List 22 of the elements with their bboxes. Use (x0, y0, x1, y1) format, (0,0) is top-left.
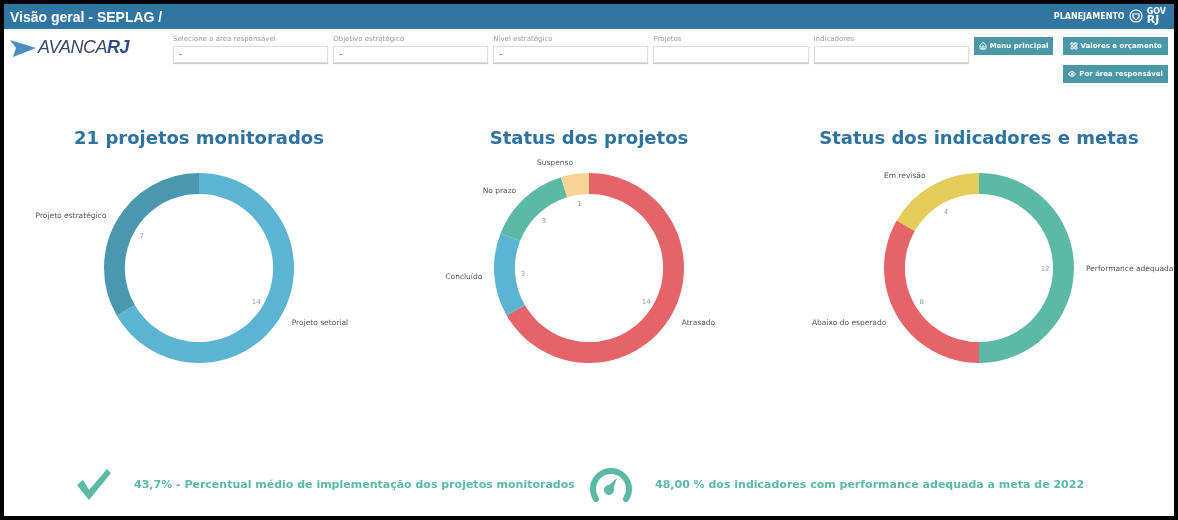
brand-text: RJ (1146, 15, 1160, 26)
filter-dropdown[interactable] (813, 46, 969, 63)
brand-text: GOV (1146, 7, 1166, 16)
filter-dropdown[interactable]: - (173, 46, 329, 63)
chart-title: Status dos indicadores e metas (819, 127, 1139, 148)
summary-text: 43,7% - Percentual médio de implementação dos projetos monitorados (134, 477, 575, 491)
eye-icon (1068, 70, 1077, 78)
page-title: Visão geral - SEPLAG / (10, 8, 163, 25)
check-icon (74, 467, 112, 501)
grid-icon (1069, 42, 1078, 50)
filter-dropdown[interactable]: - (493, 46, 649, 63)
logo-text: AVANCARJ (38, 37, 130, 58)
filter-dropdown[interactable]: - (333, 46, 489, 63)
emblem-icon (1128, 9, 1143, 24)
summary-text: 48,00 % dos indicadores com performance adequada a meta de 2022 (655, 477, 1085, 491)
home-icon (978, 42, 987, 50)
brand-text: PLANEJAMENTO (1053, 12, 1125, 21)
chart-title: Status dos projetos (489, 127, 689, 148)
gauge-icon (589, 466, 633, 502)
filter-dropdown[interactable] (653, 46, 809, 63)
logo-arrow-icon (10, 37, 36, 58)
chart-title: 21 projetos monitorados (74, 127, 324, 148)
